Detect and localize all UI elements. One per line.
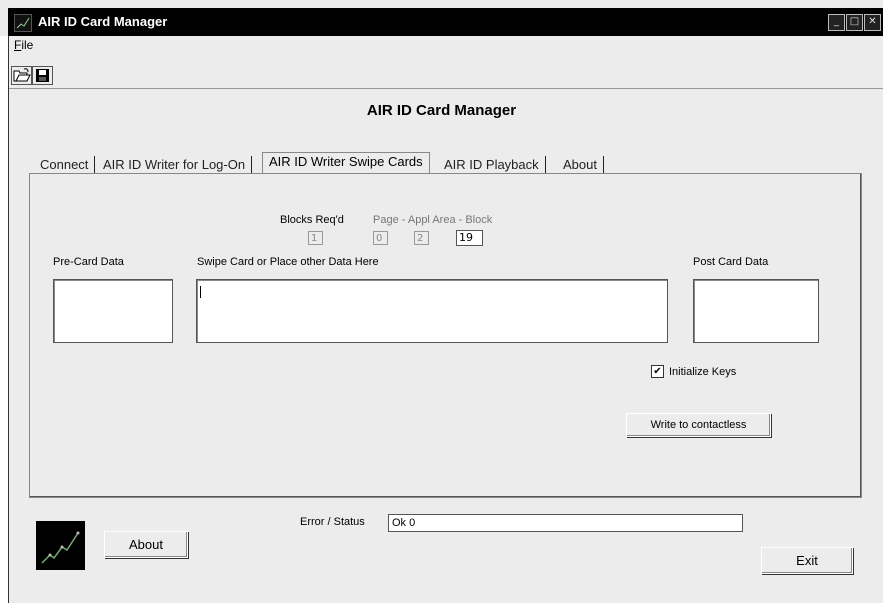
tab-writer-log-on[interactable]: AIR ID Writer for Log-On	[97, 156, 253, 173]
app-window: AIR ID Card Manager _ □ ✕ File AIR ID Ca…	[0, 0, 883, 603]
error-status-field: Ok 0	[388, 514, 743, 532]
post-card-data-label: Post Card Data	[693, 256, 769, 268]
tab-connect[interactable]: Connect	[34, 156, 96, 173]
tab-about[interactable]: About	[557, 156, 604, 173]
initialize-keys-checkbox[interactable]: ✔	[651, 365, 664, 378]
app-logo	[36, 521, 85, 570]
pre-card-data-input[interactable]	[53, 279, 173, 343]
initialize-keys-label: Initialize Keys	[669, 366, 737, 378]
toolbar	[9, 58, 883, 89]
pre-card-data-label: Pre-Card Data	[53, 256, 124, 268]
tab-writer-swipe-cards[interactable]: AIR ID Writer Swipe Cards	[262, 152, 430, 173]
page-appl-area-block-label: Page - Appl Area - Block	[373, 214, 493, 226]
block-field[interactable]: 19	[456, 230, 483, 246]
error-status-label: Error / Status	[300, 516, 365, 528]
maximize-icon[interactable]: □	[846, 14, 863, 31]
about-button[interactable]: About	[104, 531, 188, 558]
text-caret	[200, 286, 201, 298]
write-to-contactless-button[interactable]: Write to contactless	[626, 413, 771, 437]
window-title: AIR ID Card Manager	[38, 14, 168, 29]
window-left-edge	[0, 36, 9, 603]
post-card-data-input[interactable]	[693, 279, 819, 343]
close-icon[interactable]: ✕	[864, 14, 881, 31]
app-logo-icon	[14, 14, 32, 32]
open-folder-icon[interactable]	[11, 66, 32, 85]
page-field: 0	[373, 231, 388, 245]
menu-bar: File	[9, 36, 883, 54]
floppy-disk-icon[interactable]	[32, 66, 53, 85]
swipe-card-data-label: Swipe Card or Place other Data Here	[197, 256, 379, 268]
tab-playback[interactable]: AIR ID Playback	[438, 156, 546, 173]
title-bar[interactable]: AIR ID Card Manager _ □ ✕	[8, 8, 883, 36]
menu-file[interactable]: File	[14, 38, 33, 52]
tab-panel: Blocks Req'd Page - Appl Area - Block 1 …	[29, 173, 862, 498]
appl-area-field: 2	[414, 231, 429, 245]
blocks-reqd-field: 1	[308, 231, 323, 245]
blocks-reqd-label: Blocks Req'd	[280, 214, 344, 226]
exit-button[interactable]: Exit	[761, 547, 853, 574]
swipe-card-data-input[interactable]	[196, 279, 668, 343]
minimize-icon[interactable]: _	[828, 14, 845, 31]
page-title: AIR ID Card Manager	[366, 102, 517, 119]
